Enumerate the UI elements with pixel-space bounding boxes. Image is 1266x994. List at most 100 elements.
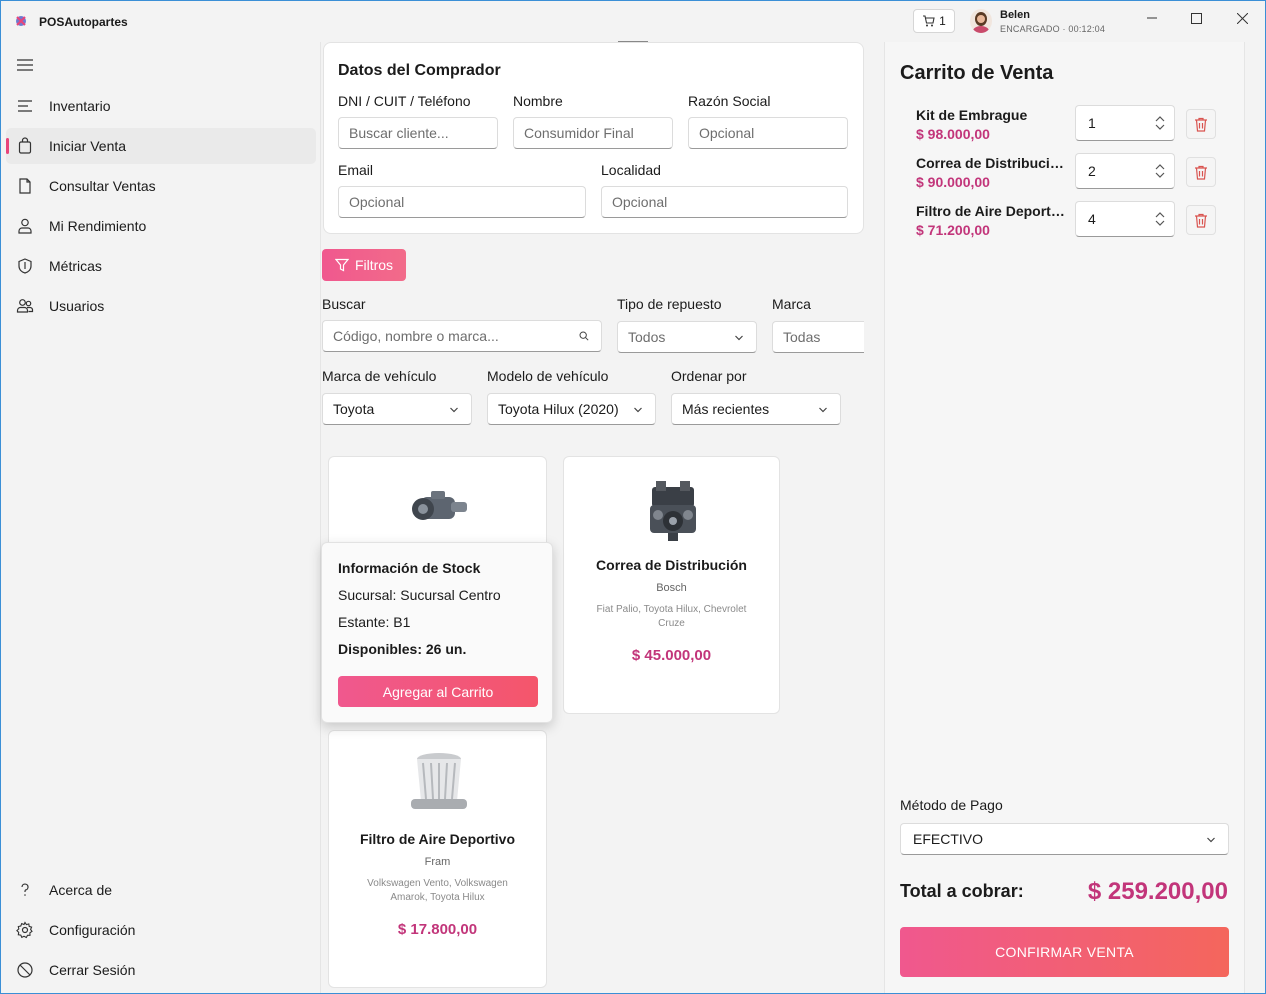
payment-method-select[interactable]: EFECTIVO (900, 823, 1229, 855)
close-button[interactable] (1228, 6, 1256, 30)
trash-icon (1195, 117, 1207, 132)
user-role-text: ENCARGADO (1000, 24, 1060, 34)
product-price: $ 17.800,00 (397, 921, 478, 938)
product-name: Filtro de Aire Deportivo (359, 831, 516, 847)
stock-shelf: Estante: B1 (338, 614, 411, 630)
remove-item-button[interactable] (1186, 157, 1216, 187)
cart-item-price: $ 90.000,00 (916, 174, 990, 190)
avatar[interactable] (970, 9, 992, 33)
vehicle-brand-label: Marca de vehículo (322, 368, 437, 384)
vehicle-model-select[interactable]: Toyota Hilux (2020) (487, 393, 656, 425)
sidebar-item-iniciar-venta[interactable]: Iniciar Venta (6, 128, 316, 164)
cart-item-qty-stepper[interactable]: 2 (1075, 153, 1175, 189)
sidebar-item-cerrar-sesion[interactable]: Cerrar Sesión (6, 952, 316, 988)
product-compatibility: Volkswagen Vento, Volkswagen Amarok, Toy… (367, 878, 508, 903)
dni-input[interactable]: Buscar cliente... (338, 117, 498, 149)
stock-available: Disponibles: 26 un. (338, 641, 467, 657)
payment-method-value: EFECTIVO (913, 831, 984, 847)
product-card-correa-distribucion[interactable]: Correa de Distribución Bosch Fiat Palio,… (563, 456, 780, 714)
sidebar-item-configuracion[interactable]: Configuración (6, 912, 316, 948)
title-bar: POSAutopartes 1 Belen ENCARGADO · 00:12:… (0, 0, 1266, 42)
sidebar-item-label: Usuarios (49, 298, 105, 314)
list-icon (18, 100, 32, 112)
vehicle-model-label: Modelo de vehículo (487, 368, 609, 384)
sidebar-item-label: Acerca de (49, 882, 113, 898)
minimize-button[interactable] (1138, 6, 1166, 30)
stock-popup-title: Información de Stock (338, 560, 481, 576)
add-to-cart-button[interactable]: Agregar al Carrito (338, 676, 538, 707)
gear-icon (16, 921, 33, 939)
question-icon (21, 883, 29, 896)
sidebar-item-acerca-de[interactable]: Acerca de (6, 872, 316, 908)
chevron-down-icon (1207, 837, 1215, 843)
filter-icon (334, 258, 349, 272)
email-label: Email (338, 162, 374, 178)
sidebar-item-consultar-ventas[interactable]: Consultar Ventas (6, 168, 316, 204)
cart-item-qty: 2 (1088, 163, 1096, 179)
engine-image (650, 481, 696, 541)
sidebar-item-label: Mi Rendimiento (49, 218, 147, 234)
cart-count-button[interactable]: 1 (913, 9, 955, 33)
cart-icon (923, 15, 935, 27)
order-select[interactable]: Más recientes (671, 393, 841, 425)
search-icon (579, 331, 589, 341)
hamburger-menu-icon[interactable] (16, 58, 34, 72)
sidebar-item-inventario[interactable]: Inventario (6, 88, 316, 124)
maximize-icon (1190, 12, 1202, 24)
type-label: Tipo de repuesto (617, 296, 722, 312)
sidebar-item-label: Inventario (49, 98, 111, 114)
sidebar-item-mi-rendimiento[interactable]: Mi Rendimiento (6, 208, 316, 244)
cart-item-name: Kit de Embrague (916, 107, 1028, 123)
chevron-down-icon (819, 407, 827, 413)
air-filter-image (411, 753, 467, 809)
search-placeholder: Código, nombre o marca... (333, 328, 499, 344)
sidebar-item-label: Iniciar Venta (49, 138, 127, 154)
type-select-value: Todos (628, 329, 666, 345)
cart-item-price: $ 71.200,00 (916, 222, 990, 238)
vehicle-brand-select[interactable]: Toyota (322, 393, 472, 425)
vehicle-model-value: Toyota Hilux (2020) (498, 401, 619, 417)
brand-select[interactable]: Todas (772, 321, 864, 353)
shield-icon (18, 258, 32, 274)
cart-title: Carrito de Venta (900, 62, 1054, 84)
confirm-sale-button[interactable]: CONFIRMAR VENTA (900, 927, 1229, 977)
razon-social-label: Razón Social (688, 93, 771, 109)
maximize-button[interactable] (1182, 6, 1210, 30)
spinner-icon[interactable] (1154, 163, 1166, 179)
name-input[interactable]: Consumidor Final (513, 117, 673, 149)
search-input[interactable]: Código, nombre o marca... (322, 320, 602, 352)
name-label: Nombre (513, 93, 563, 109)
trash-icon (1195, 213, 1207, 228)
sidebar-item-metricas[interactable]: Métricas (6, 248, 316, 284)
app-title: POSAutopartes (39, 15, 128, 29)
spinner-icon[interactable] (1154, 115, 1166, 131)
sidebar-item-usuarios[interactable]: Usuarios (6, 288, 316, 324)
cart-item-qty-stepper[interactable]: 4 (1075, 201, 1175, 237)
people-icon (16, 299, 34, 313)
sidebar-item-label: Cerrar Sesión (49, 962, 136, 978)
total-label: Total a cobrar: (900, 881, 1024, 901)
logout-icon (17, 962, 33, 978)
filters-button[interactable]: Filtros (322, 249, 406, 281)
cart-count: 1 (939, 14, 946, 28)
email-input[interactable]: Opcional (338, 186, 586, 218)
localidad-input[interactable]: Opcional (601, 186, 848, 218)
razon-social-input[interactable]: Opcional (688, 117, 848, 149)
cart-item-qty: 4 (1088, 211, 1096, 227)
remove-item-button[interactable] (1186, 109, 1216, 139)
total-value: $ 259.200,00 (1087, 878, 1228, 905)
product-card-filtro-aire[interactable]: Filtro de Aire Deportivo Fram Volkswagen… (328, 730, 547, 988)
product-card-kit-embrague[interactable] (328, 456, 547, 556)
cart-item-name: Filtro de Aire Deportivo (916, 203, 1066, 219)
spinner-icon[interactable] (1154, 211, 1166, 227)
person-icon (18, 218, 32, 234)
product-price: $ 45.000,00 (631, 647, 712, 664)
brand-label: Marca (772, 296, 811, 312)
cart-item-qty: 1 (1088, 115, 1096, 131)
app-logo-icon (16, 16, 26, 26)
cart-item-qty-stepper[interactable]: 1 (1075, 105, 1175, 141)
remove-item-button[interactable] (1186, 205, 1216, 235)
product-brand: Bosch (656, 582, 687, 594)
product-name: Correa de Distribución (596, 557, 747, 573)
type-select[interactable]: Todos (617, 321, 757, 353)
